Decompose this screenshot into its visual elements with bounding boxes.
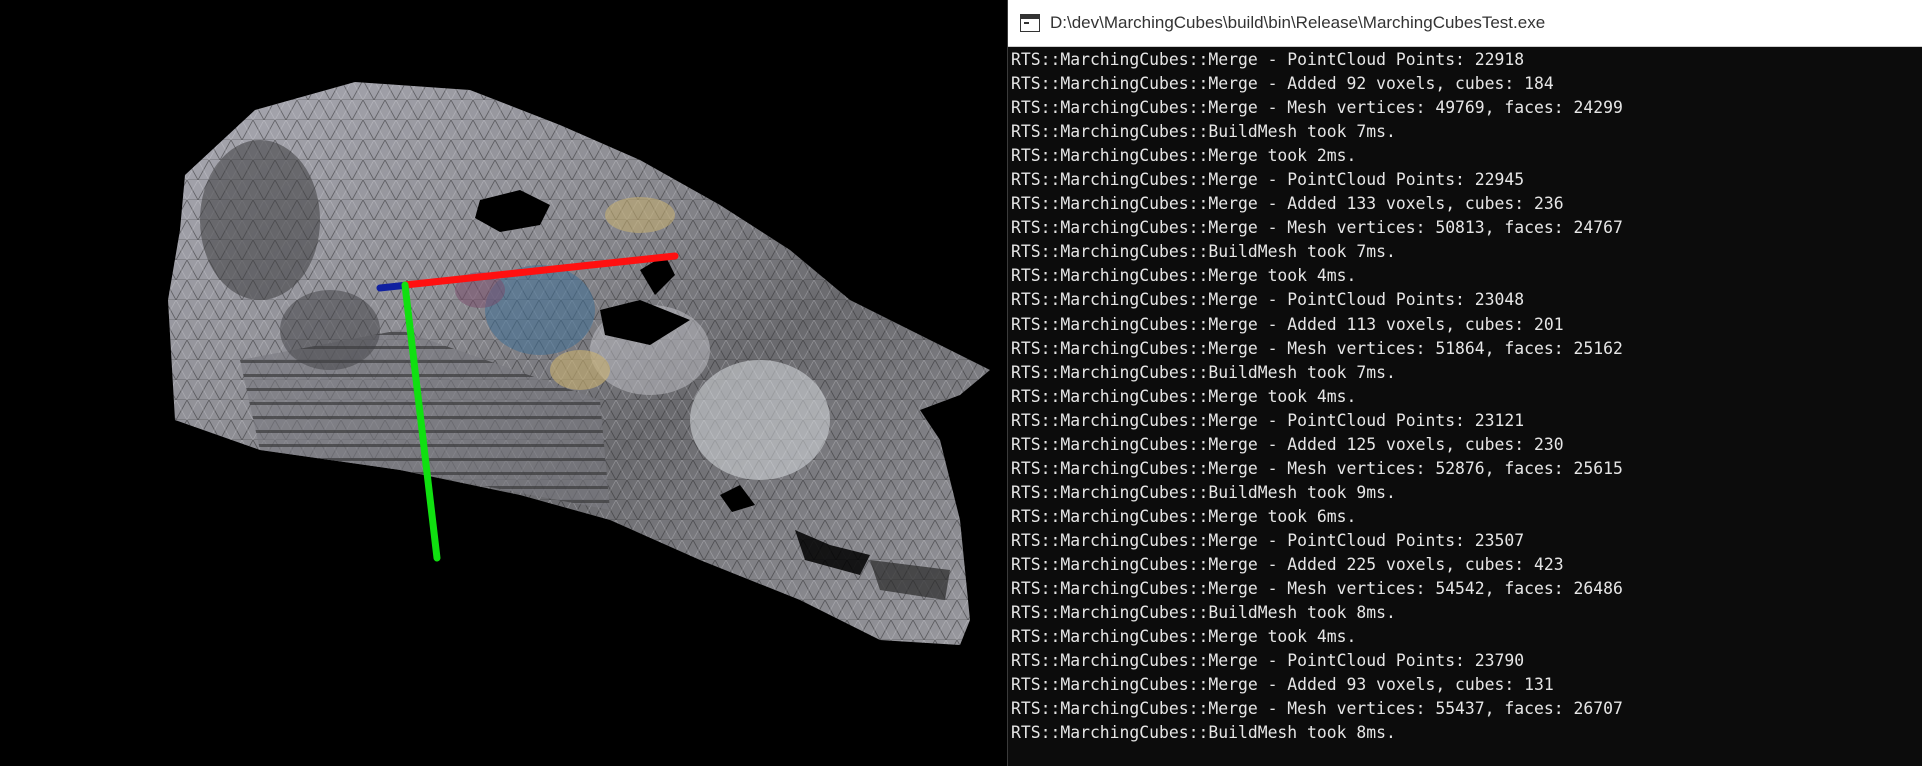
console-line: RTS::MarchingCubes::Merge took 4ms. bbox=[1011, 266, 1357, 286]
console-line: RTS::MarchingCubes::Merge - Mesh vertice… bbox=[1011, 579, 1623, 599]
console-line: RTS::MarchingCubes::Merge took 2ms. bbox=[1011, 146, 1357, 166]
console-line: RTS::MarchingCubes::BuildMesh took 8ms. bbox=[1011, 603, 1396, 623]
console-line: RTS::MarchingCubes::Merge - PointCloud P… bbox=[1011, 50, 1525, 69]
console-titlebar[interactable]: D:\dev\MarchingCubes\build\bin\Release\M… bbox=[1008, 0, 1922, 47]
console-line: RTS::MarchingCubes::Merge - Mesh vertice… bbox=[1011, 98, 1623, 118]
console-title: D:\dev\MarchingCubes\build\bin\Release\M… bbox=[1050, 13, 1546, 32]
console-line: RTS::MarchingCubes::Merge - Added 92 vox… bbox=[1011, 74, 1554, 94]
mesh-render bbox=[168, 82, 990, 645]
console-line: RTS::MarchingCubes::Merge - Mesh vertice… bbox=[1011, 218, 1623, 238]
console-line: RTS::MarchingCubes::Merge took 4ms. bbox=[1011, 386, 1357, 406]
console-line: RTS::MarchingCubes::Merge - PointCloud P… bbox=[1011, 651, 1525, 671]
console-output[interactable]: RTS::MarchingCubes::Merge - PointCloud P… bbox=[1011, 48, 1916, 760]
console-line: RTS::MarchingCubes::Merge - Added 133 vo… bbox=[1011, 194, 1564, 214]
console-window[interactable]: D:\dev\MarchingCubes\build\bin\Release\M… bbox=[1007, 0, 1922, 766]
console-line: RTS::MarchingCubes::Merge - Added 225 vo… bbox=[1011, 554, 1564, 574]
console-line: RTS::MarchingCubes::Merge - Added 93 vox… bbox=[1011, 675, 1554, 695]
console-app-icon bbox=[1020, 14, 1040, 32]
console-line: RTS::MarchingCubes::Merge - PointCloud P… bbox=[1011, 170, 1525, 190]
console-line: RTS::MarchingCubes::Merge - PointCloud P… bbox=[1011, 530, 1525, 550]
console-line: RTS::MarchingCubes::BuildMesh took 7ms. bbox=[1011, 122, 1396, 142]
console-line: RTS::MarchingCubes::Merge - Added 113 vo… bbox=[1011, 314, 1564, 334]
console-line: RTS::MarchingCubes::Merge took 4ms. bbox=[1011, 627, 1357, 647]
console-line: RTS::MarchingCubes::Merge - Added 125 vo… bbox=[1011, 434, 1564, 454]
console-line: RTS::MarchingCubes::BuildMesh took 7ms. bbox=[1011, 242, 1396, 262]
3d-viewport[interactable] bbox=[0, 0, 1005, 766]
console-line: RTS::MarchingCubes::Merge - PointCloud P… bbox=[1011, 410, 1525, 430]
console-line: RTS::MarchingCubes::Merge - PointCloud P… bbox=[1011, 290, 1525, 310]
console-line: RTS::MarchingCubes::Merge - Mesh vertice… bbox=[1011, 338, 1623, 358]
console-line: RTS::MarchingCubes::Merge - Mesh vertice… bbox=[1011, 458, 1623, 478]
console-line: RTS::MarchingCubes::BuildMesh took 8ms. bbox=[1011, 723, 1396, 743]
console-line: RTS::MarchingCubes::BuildMesh took 7ms. bbox=[1011, 362, 1396, 382]
console-line: RTS::MarchingCubes::Merge - Mesh vertice… bbox=[1011, 699, 1623, 719]
console-line: RTS::MarchingCubes::BuildMesh took 9ms. bbox=[1011, 482, 1396, 502]
console-line: RTS::MarchingCubes::Merge took 6ms. bbox=[1011, 506, 1357, 526]
